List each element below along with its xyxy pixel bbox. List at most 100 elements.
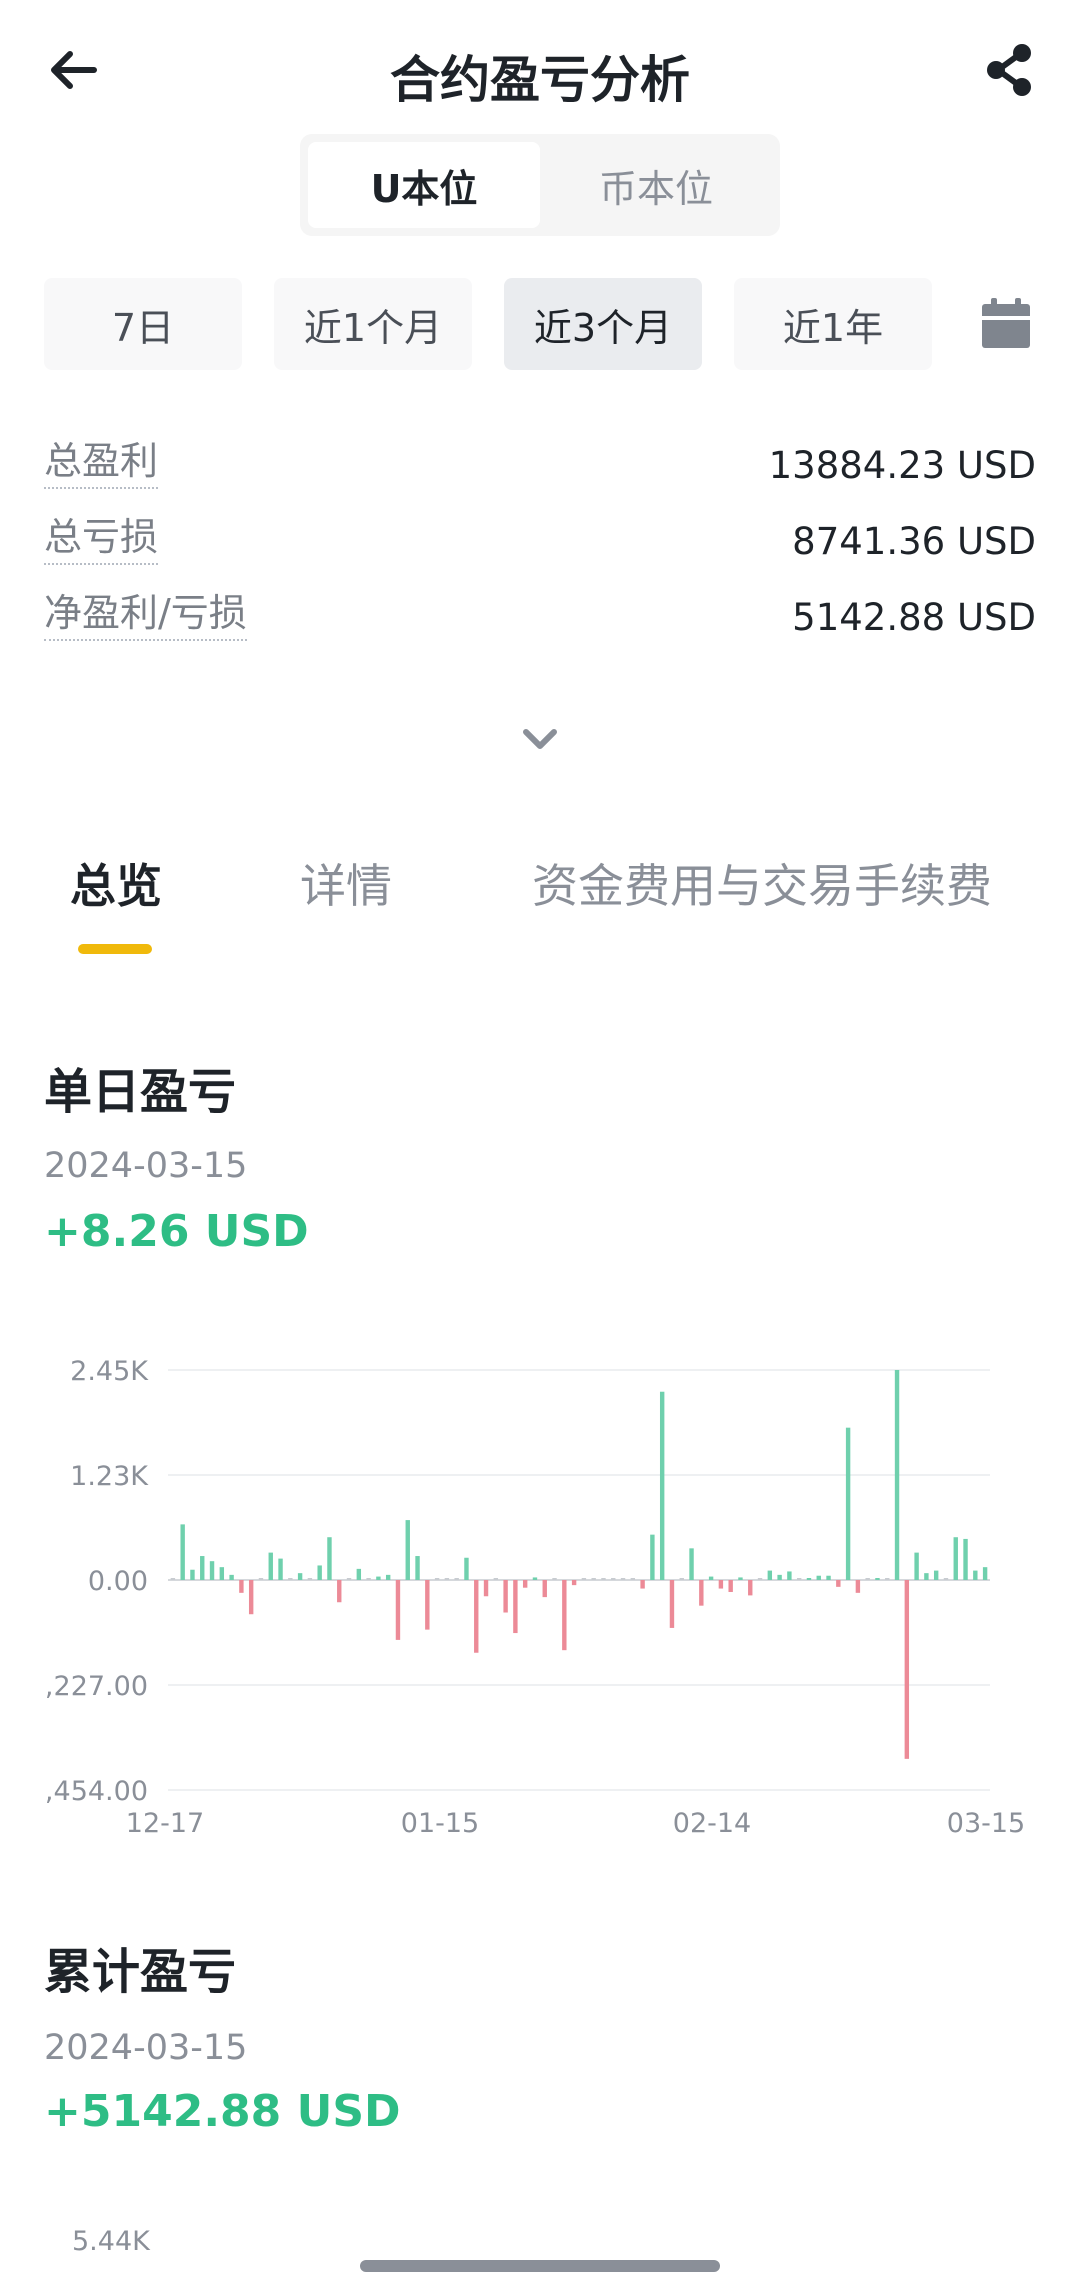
pnl-bar[interactable]	[669, 1580, 675, 1628]
tab-details[interactable]: 详情	[300, 850, 392, 916]
pnl-bar[interactable]	[268, 1552, 273, 1580]
pnl-bar[interactable]	[307, 1578, 313, 1580]
pnl-bar[interactable]	[679, 1578, 684, 1580]
pnl-bar[interactable]	[522, 1580, 528, 1588]
pnl-bar[interactable]	[288, 1578, 293, 1580]
pnl-bar[interactable]	[170, 1578, 176, 1580]
pnl-bar[interactable]	[963, 1538, 968, 1580]
pnl-bar[interactable]	[395, 1580, 401, 1640]
pnl-bar[interactable]	[581, 1578, 587, 1580]
pnl-bar[interactable]	[875, 1578, 880, 1580]
pnl-bar[interactable]	[611, 1578, 616, 1580]
pnl-bar[interactable]	[464, 1557, 469, 1580]
pnl-bar[interactable]	[415, 1556, 420, 1580]
pnl-bar[interactable]	[924, 1573, 929, 1580]
pnl-bar[interactable]	[826, 1575, 831, 1580]
tab-overview[interactable]: 总览	[70, 850, 162, 916]
pnl-bar[interactable]	[708, 1576, 714, 1580]
pnl-bar[interactable]	[982, 1567, 988, 1580]
pnl-bar[interactable]	[973, 1570, 978, 1580]
pnl-bar[interactable]	[571, 1580, 577, 1586]
segment-usdt-margined[interactable]: U本位	[308, 142, 540, 228]
pnl-bar[interactable]	[650, 1534, 655, 1580]
range-1y[interactable]: 近1年	[734, 278, 932, 370]
range-7d[interactable]: 7日	[44, 278, 242, 370]
total-loss-label[interactable]: 总亏损	[44, 506, 159, 565]
pnl-bar[interactable]	[855, 1580, 861, 1593]
pnl-bar[interactable]	[532, 1577, 538, 1580]
pnl-bar[interactable]	[591, 1578, 596, 1580]
pnl-bar[interactable]	[933, 1570, 939, 1580]
tab-funding-fees[interactable]: 资金费用与交易手续费	[532, 850, 992, 916]
pnl-bar[interactable]	[767, 1570, 773, 1580]
pnl-bar[interactable]	[483, 1580, 489, 1597]
pnl-bar[interactable]	[728, 1580, 733, 1592]
pnl-bar[interactable]	[346, 1578, 352, 1580]
pnl-bar[interactable]	[356, 1568, 362, 1580]
pnl-bar[interactable]	[405, 1520, 410, 1580]
pnl-bar[interactable]	[542, 1580, 547, 1598]
range-3m[interactable]: 近3个月	[504, 278, 702, 370]
pnl-bar[interactable]	[904, 1580, 910, 1759]
pnl-bar[interactable]	[513, 1580, 518, 1634]
pnl-bar[interactable]	[630, 1578, 636, 1580]
pnl-bar[interactable]	[894, 1370, 900, 1580]
pnl-bar[interactable]	[337, 1580, 342, 1603]
pnl-bar[interactable]	[209, 1561, 215, 1580]
pnl-bar[interactable]	[200, 1556, 205, 1580]
pnl-bar[interactable]	[562, 1580, 567, 1651]
pnl-bar[interactable]	[640, 1580, 645, 1589]
pnl-bar[interactable]	[787, 1571, 792, 1580]
pnl-bar[interactable]	[699, 1580, 704, 1606]
share-button[interactable]	[980, 40, 1040, 100]
pnl-bar[interactable]	[180, 1524, 185, 1580]
pnl-bar[interactable]	[953, 1537, 958, 1580]
pnl-bar[interactable]	[278, 1558, 283, 1580]
pnl-bar[interactable]	[425, 1580, 430, 1630]
pnl-bar[interactable]	[366, 1578, 371, 1580]
pnl-bar[interactable]	[258, 1578, 264, 1580]
pnl-bar[interactable]	[248, 1580, 254, 1615]
pnl-bar[interactable]	[806, 1578, 812, 1580]
pnl-bar[interactable]	[865, 1578, 870, 1580]
pnl-bar[interactable]	[885, 1578, 890, 1580]
pnl-bar[interactable]	[376, 1576, 381, 1580]
pnl-bar[interactable]	[738, 1577, 743, 1580]
pnl-bar[interactable]	[836, 1580, 841, 1587]
pnl-bar[interactable]	[943, 1578, 949, 1580]
pnl-bar[interactable]	[796, 1578, 802, 1580]
pnl-bar[interactable]	[317, 1565, 322, 1580]
total-profit-label[interactable]: 总盈利	[44, 430, 159, 489]
pnl-bar[interactable]	[689, 1548, 694, 1580]
pnl-bar[interactable]	[914, 1552, 919, 1580]
pnl-bar[interactable]	[503, 1580, 508, 1613]
pnl-bar[interactable]	[190, 1569, 195, 1580]
pnl-bar[interactable]	[474, 1580, 479, 1653]
pnl-bar[interactable]	[601, 1578, 606, 1580]
pnl-bar[interactable]	[620, 1578, 626, 1580]
pnl-bar[interactable]	[816, 1575, 821, 1580]
pnl-bar[interactable]	[219, 1567, 225, 1580]
pnl-bar[interactable]	[385, 1574, 391, 1580]
pnl-bar[interactable]	[229, 1574, 234, 1580]
daily-pnl-chart[interactable]: 2.45K 1.23K 0.00 -1,227.00 -2,454.00 12-17 01-…	[0, 1330, 1080, 1850]
pnl-bar[interactable]	[327, 1537, 332, 1580]
range-1m[interactable]: 近1个月	[274, 278, 472, 370]
pnl-bar[interactable]	[454, 1578, 459, 1580]
pnl-bar[interactable]	[757, 1578, 763, 1580]
pnl-bar[interactable]	[845, 1427, 851, 1580]
pnl-bar[interactable]	[434, 1578, 440, 1580]
pnl-bar[interactable]	[297, 1573, 303, 1580]
segment-coin-margined[interactable]: 币本位	[540, 142, 772, 228]
pnl-bar[interactable]	[552, 1578, 557, 1580]
net-pnl-label[interactable]: 净盈利/亏损	[44, 582, 247, 641]
pnl-bar[interactable]	[748, 1580, 753, 1596]
pnl-bar[interactable]	[239, 1580, 244, 1593]
pnl-bar[interactable]	[493, 1578, 499, 1580]
pnl-bar[interactable]	[777, 1574, 782, 1580]
pnl-bar[interactable]	[718, 1580, 724, 1589]
calendar-button[interactable]	[978, 296, 1034, 352]
expand-summary-button[interactable]	[516, 716, 564, 764]
pnl-bar[interactable]	[659, 1391, 665, 1580]
pnl-bar[interactable]	[444, 1578, 450, 1580]
